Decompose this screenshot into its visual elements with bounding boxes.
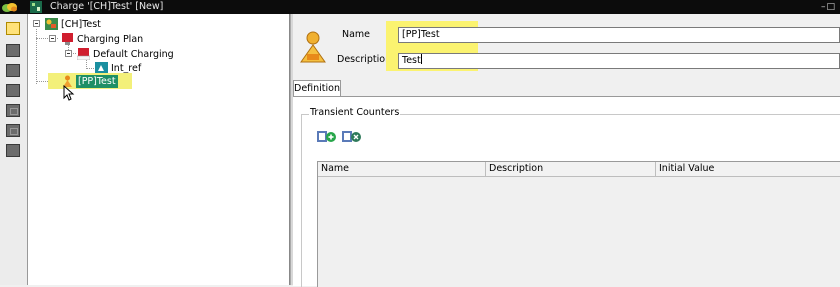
details-form: Name Description [PP]Test Test Definitio…	[293, 14, 840, 287]
tree-node-label-selected: [PP]Test	[76, 75, 118, 88]
tool-button[interactable]	[6, 64, 20, 77]
side-toolbar	[0, 14, 28, 285]
tool-glyph-icon	[10, 128, 18, 135]
transient-counters-table[interactable]: Name Description Initial Value	[317, 161, 840, 287]
tool-button[interactable]	[6, 124, 20, 137]
text-caret	[420, 54, 422, 64]
tab-definition[interactable]: Definition	[293, 80, 341, 97]
table-body	[318, 177, 840, 287]
tree-panel: [CH]Test Charging Plan Default Charging …	[28, 14, 290, 285]
tool-button[interactable]	[6, 84, 20, 97]
app-logo-icon	[2, 3, 17, 12]
column-header-name[interactable]: Name	[318, 162, 486, 176]
tool-button-active[interactable]	[6, 22, 20, 35]
name-label: Name	[342, 29, 371, 40]
mouse-cursor-icon	[63, 85, 75, 101]
charging-plan-icon	[62, 33, 73, 45]
collapse-toggle[interactable]	[33, 20, 40, 27]
tree-node-label: Charging Plan	[77, 34, 144, 45]
collapse-toggle[interactable]	[49, 35, 56, 42]
title-bar: Charge '[CH]Test' [New] –□	[0, 0, 840, 14]
description-label: Description	[337, 54, 392, 65]
tree-node-label: [CH]Test	[61, 19, 101, 30]
table-header: Name Description Initial Value	[318, 162, 840, 177]
window-title: Charge '[CH]Test' [New]	[50, 1, 164, 12]
window-controls[interactable]: –□	[821, 0, 836, 14]
tool-button[interactable]	[6, 144, 20, 157]
add-counter-icon[interactable]	[317, 130, 338, 143]
default-charging-icon	[77, 48, 90, 60]
description-input[interactable]: Test	[398, 53, 840, 69]
price-plan-large-icon	[300, 31, 326, 63]
description-input-value: Test	[402, 55, 421, 66]
tool-button[interactable]	[6, 104, 20, 117]
transient-counters-title: Transient Counters	[309, 107, 401, 118]
tree-connector	[86, 68, 94, 69]
charge-window-icon	[30, 1, 42, 13]
collapse-toggle[interactable]	[65, 50, 72, 57]
column-header-initial-value[interactable]: Initial Value	[656, 162, 840, 176]
column-header-description[interactable]: Description	[486, 162, 656, 176]
definition-tab-panel: Transient Counters Name Description Init…	[293, 96, 840, 287]
tree-node-label: Default Charging	[93, 49, 174, 60]
name-input[interactable]: [PP]Test	[398, 27, 840, 43]
tool-glyph-icon	[10, 108, 18, 115]
remove-counter-icon[interactable]	[342, 130, 363, 143]
tool-button[interactable]	[6, 44, 20, 57]
charge-node-icon	[45, 18, 58, 30]
